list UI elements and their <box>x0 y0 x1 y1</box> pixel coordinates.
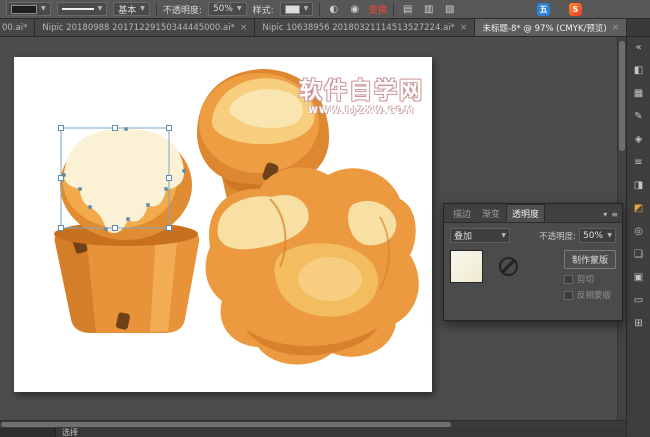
tab-stroke[interactable]: 描边 <box>448 205 476 222</box>
tab-document-3[interactable]: Nipic 10638956 20180321114513527224.ai* … <box>255 19 475 37</box>
close-icon[interactable]: × <box>240 24 248 33</box>
brushes-panel-icon[interactable]: ✎ <box>630 109 648 125</box>
collapse-panels-icon[interactable]: « <box>630 40 648 56</box>
invert-mask-checkbox-row[interactable]: 反相蒙版 <box>564 289 611 301</box>
align-center-icon[interactable]: ▥ <box>421 2 436 17</box>
opacity-dropdown[interactable]: 50% ▼ <box>208 2 247 16</box>
transparency-panel: 描边 渐变 透明度 ▾ ≡ 叠加 ▼ 不透明度: 50% ▼ <box>443 203 623 321</box>
make-mask-button[interactable]: 制作蒙版 <box>564 250 616 269</box>
graphic-styles-panel-icon[interactable]: ❏ <box>630 247 648 263</box>
tab-label: 未标题-8* @ 97% (CMYK/预览) <box>482 22 606 34</box>
control-bar: ▼ ▼ 基本 ▼ 不透明度: 50% ▼ 样式: ▼ ◐ ◉ 变换 ▤ ▥ ▧ … <box>0 0 650 19</box>
stroke-width-dropdown[interactable]: ▼ <box>57 2 108 16</box>
status-bar: 选择 <box>0 428 626 437</box>
tab-label: Nipic 10638956 20180321114513527224.ai* <box>262 23 455 33</box>
horizontal-scrollbar-thumb[interactable] <box>1 422 451 427</box>
tab-label: 00.ai* <box>2 23 27 33</box>
horizontal-scrollbar[interactable] <box>0 420 626 428</box>
close-icon[interactable]: × <box>612 24 620 33</box>
assistant-tray-icon[interactable]: S <box>569 3 582 16</box>
chevron-down-icon: ▼ <box>237 6 242 12</box>
panel-menu-icon: ≡ <box>611 211 618 219</box>
style-swatch <box>285 5 300 14</box>
muffin-left[interactable] <box>54 129 199 333</box>
symbols-panel-icon[interactable]: ◈ <box>630 132 648 148</box>
system-tray: 五 S <box>537 3 582 16</box>
panel-dock: « ◧ ▦ ✎ ◈ ≡ ◨ ◩ ◎ ❏ ▣ ▭ ⊞ <box>626 37 650 437</box>
ime-tray-icon[interactable]: 五 <box>537 3 550 16</box>
invert-mask-checkbox[interactable] <box>564 291 573 300</box>
stroke-preview <box>62 8 94 10</box>
vertical-scrollbar-thumb[interactable] <box>619 41 625 151</box>
zoom-dropdown[interactable] <box>0 428 56 437</box>
blend-mode-dropdown[interactable]: 叠加 ▼ <box>450 228 510 243</box>
stroke-panel-icon[interactable]: ≡ <box>630 155 648 171</box>
object-thumbnail[interactable] <box>450 250 483 283</box>
chevron-down-icon: ▼ <box>304 6 309 12</box>
appearance-panel-icon[interactable]: ◎ <box>630 224 648 240</box>
fill-swatch <box>11 5 37 14</box>
muffin-illustration <box>14 57 432 392</box>
chevron-down-icon: ▼ <box>501 233 506 239</box>
opacity-value: 50% <box>213 4 233 14</box>
separator <box>156 3 157 16</box>
no-mask-icon <box>499 257 518 276</box>
brush-definition-dropdown[interactable]: 基本 ▼ <box>113 2 150 16</box>
chevron-down-icon: ▼ <box>41 6 46 12</box>
mask-thumbnail-slot[interactable] <box>492 250 525 283</box>
separator <box>393 3 394 16</box>
style-label: 样式: <box>253 3 274 16</box>
panel-opacity-dropdown[interactable]: 50% ▼ <box>579 228 616 243</box>
blend-mode-value: 叠加 <box>454 229 472 242</box>
tab-document-active[interactable]: 未标题-8* @ 97% (CMYK/预览) × <box>475 19 627 37</box>
chevron-down-icon: ▼ <box>98 6 103 12</box>
current-tool-label: 选择 <box>62 428 78 437</box>
invert-mask-label: 反相蒙版 <box>577 289 611 301</box>
chevron-down-icon: ▼ <box>140 6 145 12</box>
clip-checkbox-row[interactable]: 剪切 <box>564 273 594 285</box>
color-panel-icon[interactable]: ◧ <box>630 63 648 79</box>
layers-panel-icon[interactable]: ▣ <box>630 270 648 286</box>
gradient-panel-icon[interactable]: ◨ <box>630 178 648 194</box>
transparency-panel-body: 叠加 ▼ 不透明度: 50% ▼ 制作蒙版 剪切 <box>444 223 622 306</box>
align-right-icon[interactable]: ▧ <box>442 2 457 17</box>
transform-link[interactable]: 变换 <box>368 2 387 16</box>
transparency-panel-icon[interactable]: ◩ <box>630 201 648 217</box>
tab-document-1[interactable]: 00.ai* <box>0 19 35 37</box>
opacity-label: 不透明度: <box>163 3 202 16</box>
panel-opacity-label: 不透明度: <box>539 230 576 242</box>
chevron-down-icon: ▾ <box>603 211 607 219</box>
separator <box>319 3 320 16</box>
style-swatch-dropdown[interactable]: ▼ <box>280 2 314 16</box>
tab-document-2[interactable]: Nipic 20180988 20171229150344445000.ai* … <box>35 19 255 37</box>
chevron-down-icon: ▼ <box>607 233 612 239</box>
illustrator-window: ▼ ▼ 基本 ▼ 不透明度: 50% ▼ 样式: ▼ ◐ ◉ 变换 ▤ ▥ ▧ … <box>0 0 650 437</box>
color-guide-panel-icon[interactable]: ▦ <box>630 86 648 102</box>
muffin-front[interactable] <box>206 167 419 364</box>
transparency-panel-header: 描边 渐变 透明度 ▾ ≡ <box>444 204 622 223</box>
align-left-icon[interactable]: ▤ <box>400 2 415 17</box>
tab-label: Nipic 20180988 20171229150344445000.ai* <box>42 23 235 33</box>
panel-opacity-value: 50% <box>583 231 603 241</box>
clip-label: 剪切 <box>577 273 594 285</box>
fill-color-dropdown[interactable]: ▼ <box>6 2 51 16</box>
document-tab-bar: 00.ai* Nipic 20180988 201712291503444450… <box>0 19 650 37</box>
brush-definition-label: 基本 <box>118 3 136 16</box>
tab-transparency[interactable]: 透明度 <box>506 204 545 222</box>
artboards-panel-icon[interactable]: ▭ <box>630 293 648 309</box>
artboard[interactable]: 软件自学网 WWW.RJZXW.COM <box>14 57 432 392</box>
recolor-artwork-icon[interactable]: ◉ <box>347 2 362 17</box>
tab-gradient[interactable]: 渐变 <box>477 205 505 222</box>
panel-menu[interactable]: ▾ ≡ <box>603 211 618 222</box>
align-panel-icon[interactable]: ⊞ <box>630 316 648 332</box>
clip-checkbox[interactable] <box>564 275 573 284</box>
shape-mode-icon[interactable]: ◐ <box>326 2 341 17</box>
close-icon[interactable]: × <box>460 24 468 33</box>
